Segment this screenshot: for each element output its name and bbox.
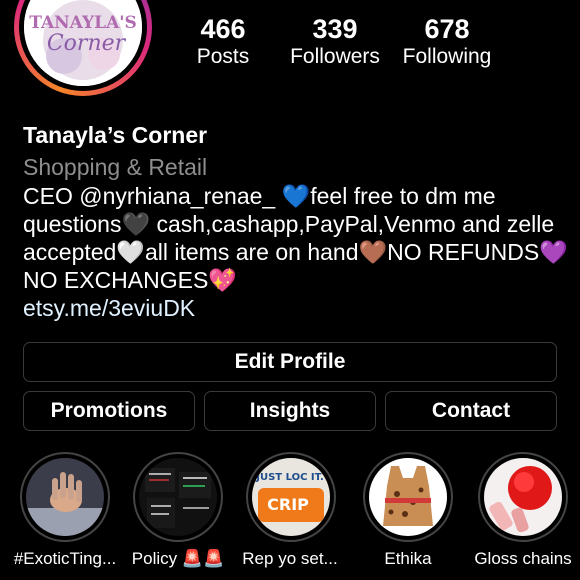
highlight-label: Gloss chains bbox=[474, 549, 572, 568]
highlight-exoticting[interactable] bbox=[20, 452, 110, 542]
just-loc-it-sticker-icon: JUST LOC IT. CRIP bbox=[252, 458, 330, 536]
profile-name: Tanayla’s Corner bbox=[23, 122, 208, 148]
edit-profile-button[interactable]: Edit Profile bbox=[23, 342, 557, 382]
highlight-label: Rep yo set... bbox=[242, 549, 338, 568]
following-count[interactable]: 678 Following bbox=[398, 14, 496, 70]
following-label: Following bbox=[402, 45, 492, 68]
policy-text-photo-icon bbox=[139, 458, 217, 536]
highlight-gloss-chains[interactable] bbox=[478, 452, 568, 542]
profile-bio: CEO @nyrhiana_renae_ 💙feel free to dm me… bbox=[23, 183, 568, 293]
svg-text:JUST LOC IT.: JUST LOC IT. bbox=[255, 472, 324, 483]
posts-value: 466 bbox=[200, 14, 246, 44]
red-pompom-photo-icon bbox=[484, 458, 562, 536]
svg-text:Corner: Corner bbox=[47, 31, 127, 56]
svg-text:CRIP: CRIP bbox=[267, 495, 309, 514]
promotions-button[interactable]: Promotions bbox=[23, 391, 195, 431]
followers-value: 339 bbox=[312, 14, 358, 44]
posts-label: Posts bbox=[196, 45, 250, 68]
followers-count[interactable]: 339 Followers bbox=[284, 14, 386, 70]
profile-avatar[interactable]: TANAYLA'S Corner bbox=[14, 0, 152, 96]
highlight-policy[interactable] bbox=[133, 452, 223, 542]
brand-logo: TANAYLA'S Corner bbox=[24, 0, 142, 86]
svg-text:TANAYLA'S: TANAYLA'S bbox=[29, 13, 137, 33]
leopard-top-photo-icon bbox=[369, 458, 447, 536]
insights-button[interactable]: Insights bbox=[204, 391, 376, 431]
posts-count[interactable]: 466 Posts bbox=[190, 14, 256, 70]
highlight-label: Ethika bbox=[384, 549, 432, 568]
contact-button[interactable]: Contact bbox=[385, 391, 557, 431]
highlight-label: Policy 🚨🚨 bbox=[131, 549, 225, 568]
following-value: 678 bbox=[424, 14, 470, 44]
highlight-label: #ExoticTing... bbox=[13, 549, 117, 568]
highlight-rep-yo-set[interactable]: JUST LOC IT. CRIP bbox=[246, 452, 336, 542]
profile-category: Shopping & Retail bbox=[23, 154, 208, 180]
followers-label: Followers bbox=[290, 45, 380, 68]
highlight-ethika[interactable] bbox=[363, 452, 453, 542]
hand-photo-icon bbox=[26, 458, 104, 536]
profile-link[interactable]: etsy.me/3eviuDK bbox=[23, 295, 195, 322]
